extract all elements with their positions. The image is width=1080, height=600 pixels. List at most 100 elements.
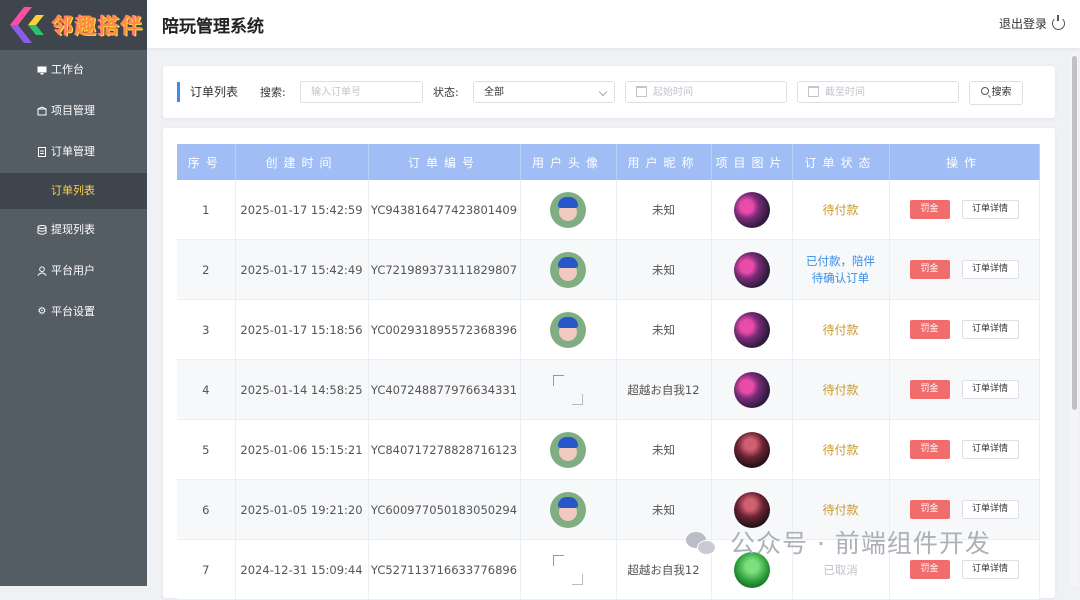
sidebar-item-label: 工作台: [51, 63, 84, 76]
chevron-down-icon: [598, 87, 608, 97]
status-text: 已取消: [823, 562, 858, 577]
status-select-value: 全部: [484, 87, 504, 98]
end-date-input[interactable]: 截至时间: [797, 81, 959, 103]
cell-project-image: [711, 239, 793, 300]
cell-actions: 罚金 订单详情: [889, 419, 1040, 480]
avatar: [550, 311, 586, 348]
sidebar-item-dashboard[interactable]: 工作台: [0, 50, 147, 90]
fine-button[interactable]: 罚金: [909, 260, 950, 279]
status-label: 状态:: [433, 86, 459, 99]
cell-avatar: [520, 539, 617, 600]
fine-button[interactable]: 罚金: [909, 380, 950, 399]
project-image: [733, 491, 770, 528]
user-icon: [37, 266, 47, 276]
table-header-row: 序号 创建时间 订单编号 用户头像 用户昵称 项目图片 订单状态 操作: [177, 144, 1040, 180]
cell-actions: 罚金 订单详情: [889, 359, 1040, 420]
cell-avatar: [520, 180, 617, 240]
sidebar-item-settings[interactable]: ⚙ 平台设置: [0, 292, 147, 332]
cell-status: 待付款: [792, 419, 890, 480]
cell-created-time: 2024-12-31 15:09:44: [235, 539, 369, 600]
cell-order-number: YC721989373111829807: [368, 239, 521, 300]
broken-image-icon: [551, 553, 585, 587]
column-header: 操作: [889, 144, 1040, 180]
scrollbar-thumb[interactable]: [1072, 56, 1077, 410]
cell-order-number: YC407248877976634331: [368, 359, 521, 420]
cell-avatar: [520, 239, 617, 300]
watermark-text: 公众号 · 前端组件开发: [730, 529, 991, 558]
cell-created-time: 2025-01-17 15:18:56: [235, 299, 369, 360]
sidebar-item-order-list[interactable]: 订单列表: [0, 173, 147, 209]
sidebar-item-label: 提现列表: [51, 223, 95, 236]
cell-index: 1: [177, 180, 236, 240]
order-detail-button[interactable]: 订单详情: [961, 200, 1019, 219]
fine-button[interactable]: 罚金: [909, 560, 950, 579]
cell-actions: 罚金 订单详情: [889, 239, 1040, 300]
logo-icon: [10, 7, 44, 43]
sidebar-item-label: 订单管理: [51, 145, 95, 158]
cell-index: 4: [177, 359, 236, 420]
cell-status: 已付款，陪伴待确认订单: [792, 239, 890, 300]
cell-nickname: 超越お自我12: [616, 359, 712, 420]
cell-nickname: 未知: [616, 180, 712, 240]
table-row: 2 2025-01-17 15:42:49 YC721989373111829807…: [177, 239, 1040, 300]
fine-button[interactable]: 罚金: [909, 200, 950, 219]
sidebar-item-label: 项目管理: [51, 104, 95, 117]
sidebar-item-withdrawals[interactable]: 提现列表: [0, 210, 147, 250]
fine-button[interactable]: 罚金: [909, 500, 950, 519]
watermark: 公众号 · 前端组件开发: [686, 524, 991, 560]
column-header: 创建时间: [235, 144, 369, 180]
fine-button[interactable]: 罚金: [909, 440, 950, 459]
cell-index: 6: [177, 479, 236, 540]
search-icon: [980, 87, 989, 95]
order-detail-button[interactable]: 订单详情: [961, 560, 1019, 579]
order-detail-button[interactable]: 订单详情: [961, 380, 1019, 399]
order-detail-button[interactable]: 订单详情: [961, 500, 1019, 519]
logo[interactable]: 邻趣搭伴: [0, 0, 147, 50]
start-date-placeholder: 起始时间: [653, 87, 693, 98]
section-title: 订单列表: [177, 82, 238, 102]
cell-index: 7: [177, 539, 236, 600]
status-text: 待付款: [822, 203, 859, 217]
order-detail-button[interactable]: 订单详情: [961, 320, 1019, 339]
sidebar: 邻趣搭伴 工作台 项目管理 订单管理 订单列表 提现列表 平台用户 ⚙ 平台设置: [0, 0, 147, 586]
calendar-icon: [808, 85, 819, 97]
cell-status: 待付款: [792, 180, 890, 240]
cell-order-number: YC527113716633776896: [368, 539, 521, 600]
fine-button[interactable]: 罚金: [909, 320, 950, 339]
status-text: 待付款: [822, 443, 859, 457]
avatar: [550, 191, 586, 228]
page-title: 陪玩管理系统: [162, 17, 264, 37]
project-image: [733, 311, 770, 348]
sidebar-item-label: 平台用户: [51, 264, 95, 277]
avatar: [550, 251, 586, 288]
table-row: 4 2025-01-14 14:58:25 YC407248877976634331…: [177, 359, 1040, 420]
table-row: 3 2025-01-17 15:18:56 YC002931895572368396…: [177, 299, 1040, 360]
logout-button[interactable]: 退出登录: [999, 15, 1065, 32]
start-date-input[interactable]: 起始时间: [625, 81, 787, 103]
sidebar-item-users[interactable]: 平台用户: [0, 251, 147, 291]
column-header: 用户昵称: [616, 144, 712, 180]
cell-order-number: YC943816477423801409: [368, 180, 521, 240]
order-detail-button[interactable]: 订单详情: [961, 440, 1019, 459]
cell-status: 待付款: [792, 359, 890, 420]
search-button[interactable]: 搜索: [969, 81, 1023, 105]
cell-nickname: 未知: [616, 419, 712, 480]
cell-status: 待付款: [792, 299, 890, 360]
cell-nickname: 未知: [616, 299, 712, 360]
project-image: [733, 371, 770, 408]
project-image: [733, 191, 770, 228]
cell-order-number: YC840717278828716123: [368, 419, 521, 480]
sidebar-item-label: 订单列表: [51, 184, 95, 197]
cell-nickname: 未知: [616, 239, 712, 300]
cell-index: 3: [177, 299, 236, 360]
power-icon: [1052, 15, 1065, 30]
cell-order-number: YC002931895572368396: [368, 299, 521, 360]
search-button-label: 搜索: [991, 87, 1012, 98]
search-input[interactable]: 输入订单号: [300, 81, 423, 103]
project-image: [733, 251, 770, 288]
avatar: [550, 491, 586, 528]
status-select[interactable]: 全部: [473, 81, 615, 103]
sidebar-item-orders[interactable]: 订单管理: [0, 132, 147, 172]
order-detail-button[interactable]: 订单详情: [961, 260, 1019, 279]
sidebar-item-projects[interactable]: 项目管理: [0, 91, 147, 131]
